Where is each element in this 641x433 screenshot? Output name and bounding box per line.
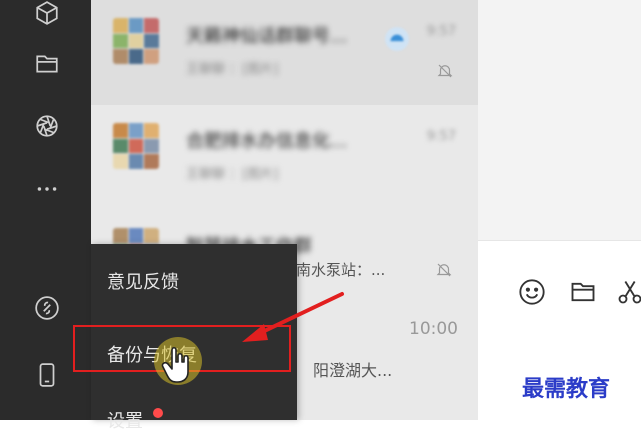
avatar: [113, 18, 159, 64]
chat-time: 10:00: [409, 319, 458, 339]
chat-preview: 王聊聊 ：[图片]: [186, 167, 279, 182]
link-icon[interactable]: [32, 293, 62, 323]
arrow-icon: [242, 292, 344, 342]
phone-icon[interactable]: [32, 360, 62, 390]
more-icon[interactable]: [32, 174, 62, 204]
chat-name: 合肥排水办信息化...: [186, 131, 348, 152]
chat-name: 天籁神仙话群聊号...: [186, 26, 348, 47]
mute-icon: [436, 263, 452, 277]
chat-preview: 阳澄湖大...: [313, 361, 393, 380]
notification-dot: [153, 408, 163, 418]
folder-icon[interactable]: [567, 276, 599, 308]
chat-time: 9:57: [426, 129, 456, 144]
scissors-icon[interactable]: [614, 276, 641, 308]
menu-item-feedback[interactable]: 意见反馈: [107, 268, 179, 294]
chat-item[interactable]: 合肥排水办信息化... 王聊聊 ：[图片] 9:57: [91, 105, 478, 210]
cube-icon[interactable]: [32, 0, 62, 28]
chat-item[interactable]: 天籁神仙话群聊号... 王聊聊 ：[图片] 9:57: [91, 0, 478, 105]
chat-window: [478, 0, 641, 421]
watermark: 最需教育: [518, 371, 615, 403]
chat-time: 9:57: [426, 24, 456, 39]
message-area: [478, 0, 641, 240]
folder-icon[interactable]: [32, 49, 62, 79]
avatar: [113, 123, 159, 169]
chat-preview: 南水泵站：...: [296, 261, 386, 279]
emoji-icon[interactable]: [516, 276, 548, 308]
hand-cursor-icon: [154, 337, 202, 385]
status-icon: [385, 27, 409, 51]
menu-item-settings[interactable]: 设置: [107, 407, 143, 433]
chat-preview: 王聊聊 ：[图片]: [186, 62, 279, 77]
mute-icon: [437, 64, 453, 78]
aperture-icon[interactable]: [32, 111, 62, 141]
